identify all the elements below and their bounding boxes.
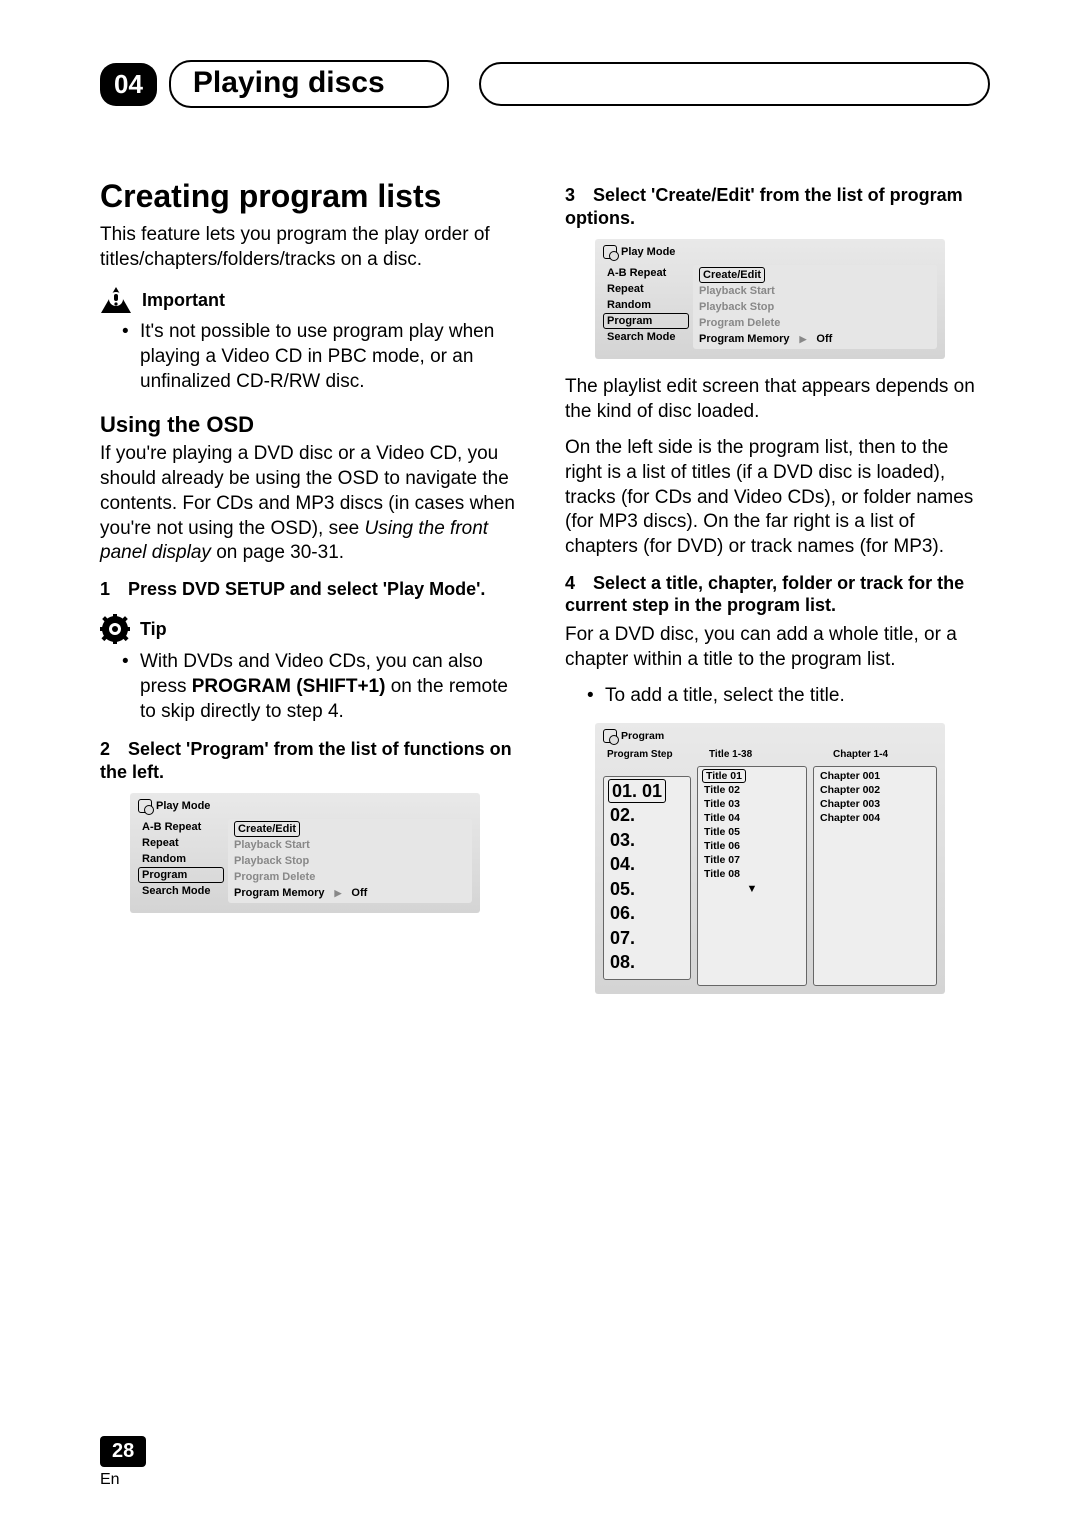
osd-right-item: Create/Edit (234, 821, 300, 837)
language-code: En (100, 1471, 146, 1489)
important-body: It's not possible to use program play wh… (140, 320, 525, 394)
osd-right-item: Create/Edit (699, 267, 765, 283)
program-title-item: Title 04 (702, 811, 802, 825)
down-arrow-icon: ▼ (702, 883, 802, 895)
osd-left-item: Repeat (603, 281, 689, 297)
program-step-item: 02. (608, 803, 686, 828)
program-chapter-item: Chapter 003 (818, 797, 932, 811)
osd-program-memory: Program Memory▶Off (699, 331, 931, 347)
osd-left-item: Search Mode (138, 883, 224, 899)
page-footer: 28 En (100, 1436, 146, 1489)
col-chapter-head: Chapter 1-4 (833, 749, 933, 760)
step-3: 3Select 'Create/Edit' from the list of p… (565, 184, 990, 229)
page-number: 28 (100, 1436, 146, 1467)
warning-icon (100, 286, 132, 314)
osd-title: Play Mode (621, 246, 675, 258)
right-column: 3Select 'Create/Edit' from the list of p… (565, 178, 990, 1010)
important-callout: Important (100, 286, 525, 314)
osd-right-item: Playback Stop (234, 853, 466, 869)
step-2: 2Select 'Program' from the list of funct… (100, 738, 525, 783)
osd-right-item: Playback Start (699, 283, 931, 299)
header-empty-box (479, 62, 990, 106)
osd-left-list: A-B RepeatRepeatRandomProgramSearch Mode (603, 265, 693, 349)
step-3-text: Select 'Create/Edit' from the list of pr… (565, 185, 963, 228)
program-title-item: Title 07 (702, 853, 802, 867)
osd-right-item: Program Delete (234, 869, 466, 885)
osd-left-list: A-B RepeatRepeatRandomProgramSearch Mode (138, 819, 228, 903)
program-title-item: Title 05 (702, 825, 802, 839)
program-chapter-item: Chapter 004 (818, 811, 932, 825)
program-step-item: 05. (608, 877, 686, 902)
osd-left-item: Program (138, 867, 224, 883)
osd-right-item: Program Delete (699, 315, 931, 331)
program-title-item: Title 08 (702, 867, 802, 881)
osd-right-list: Create/EditPlayback StartPlayback StopPr… (693, 265, 937, 349)
disc-icon (603, 245, 617, 259)
step-4-text: Select a title, chapter, folder or track… (565, 573, 964, 616)
osd-left-item: Program (603, 313, 689, 329)
col-title-head: Title 1-38 (709, 749, 819, 760)
osd-panel-left: Play Mode A-B RepeatRepeatRandomProgramS… (130, 793, 480, 913)
osd-right-list: Create/EditPlayback StartPlayback StopPr… (228, 819, 472, 903)
after-osd-2: On the left side is the program list, th… (565, 436, 990, 559)
program-step-item: 08. (608, 950, 686, 975)
osd-program-memory: Program Memory▶Off (234, 885, 466, 901)
program-step-item: 01. 01 (608, 779, 666, 804)
osd-left-item: Random (603, 297, 689, 313)
program-title-col: Title 01Title 02Title 03Title 04Title 05… (697, 766, 807, 986)
program-step-item: 07. (608, 926, 686, 951)
osd-panel-right: Play Mode A-B RepeatRepeatRandomProgramS… (595, 239, 945, 359)
osd-left-item: Random (138, 851, 224, 867)
program-title-item: Title 06 (702, 839, 802, 853)
left-column: Creating program lists This feature lets… (100, 178, 525, 1010)
tip-body-bold: PROGRAM (SHIFT+1) (192, 676, 386, 697)
osd-left-item: Repeat (138, 835, 224, 851)
program-step-col: 01. 0102.03.04.05.06.07.08. (603, 776, 691, 980)
osd-body: If you're playing a DVD disc or a Video … (100, 442, 525, 565)
step-4-bullet: To add a title, select the title. (605, 684, 990, 709)
step-1: 1Press DVD SETUP and select 'Play Mode'. (100, 578, 525, 601)
col-step-head: Program Step (607, 749, 695, 760)
chapter-header: 04 Playing discs (100, 60, 990, 108)
gear-icon (100, 614, 130, 644)
step-4: 4Select a title, chapter, folder or trac… (565, 572, 990, 617)
osd-body-part2: on page 30-31. (211, 542, 344, 563)
section-heading: Creating program lists (100, 178, 525, 215)
tip-label: Tip (140, 619, 167, 640)
step-1-text: Press DVD SETUP and select 'Play Mode'. (128, 579, 485, 599)
chapter-number-badge: 04 (100, 63, 157, 106)
program-title-item: Title 01 (702, 769, 746, 783)
disc-icon (603, 729, 617, 743)
after-osd-1: The playlist edit screen that appears de… (565, 375, 990, 424)
osd-title: Play Mode (156, 800, 210, 812)
osd-left-item: Search Mode (603, 329, 689, 345)
program-title-item: Title 02 (702, 783, 802, 797)
osd-left-item: A-B Repeat (138, 819, 224, 835)
osd-right-item: Playback Stop (699, 299, 931, 315)
program-step-item: 03. (608, 828, 686, 853)
subheading-osd: Using the OSD (100, 412, 525, 438)
program-panel-title: Program (621, 730, 664, 742)
program-editor-panel: Program Program Step Title 1-38 Chapter … (595, 723, 945, 994)
intro-text: This feature lets you program the play o… (100, 223, 525, 272)
disc-icon (138, 799, 152, 813)
important-label: Important (142, 290, 225, 311)
osd-left-item: A-B Repeat (603, 265, 689, 281)
program-step-item: 04. (608, 852, 686, 877)
tip-callout: Tip (100, 614, 525, 644)
program-chapter-item: Chapter 002 (818, 783, 932, 797)
program-chapter-col: Chapter 001Chapter 002Chapter 003Chapter… (813, 766, 937, 986)
step-4-body: For a DVD disc, you can add a whole titl… (565, 623, 990, 672)
tip-body: With DVDs and Video CDs, you can also pr… (140, 650, 525, 724)
osd-right-item: Playback Start (234, 837, 466, 853)
program-title-item: Title 03 (702, 797, 802, 811)
chapter-title: Playing discs (169, 60, 449, 108)
step-2-text: Select 'Program' from the list of functi… (100, 739, 512, 782)
program-step-item: 06. (608, 901, 686, 926)
program-chapter-item: Chapter 001 (818, 769, 932, 783)
